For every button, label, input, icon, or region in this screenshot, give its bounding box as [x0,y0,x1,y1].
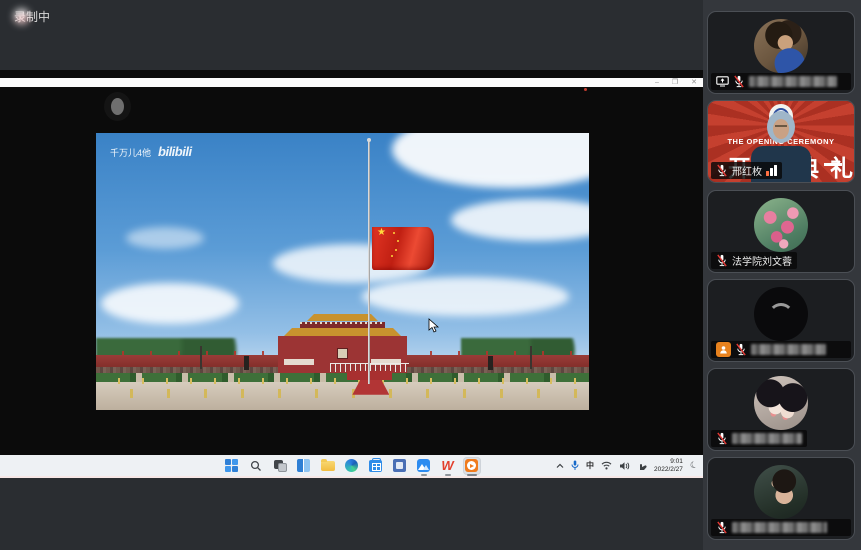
muted-mic-icon [735,343,747,356]
widgets-icon [295,457,313,475]
chinese-flag-half-mast: ★ [372,227,434,270]
moon-icon: ☾ [688,459,699,472]
media-player-icon [463,457,481,475]
bollard-row [96,389,589,398]
cloud-recording-icon: ☁ [14,9,29,24]
wps-icon: W [439,457,457,475]
system-tray: 中 9:01 2022/2/27 ☾ [556,455,698,476]
avatar [754,376,808,430]
redacted-participant-name [732,433,802,444]
minimize-icon: – [655,79,659,86]
muted-mic-icon [733,75,745,88]
redacted-participant-name [751,344,826,355]
search-icon [247,457,265,475]
participant-tile[interactable] [707,457,855,540]
participant-name: 邢红枚 [732,163,762,178]
participant-tile[interactable]: THE OPENING CEREMONY 开学典礼 邢红枚 [707,100,855,183]
bollard-row [96,378,589,384]
redacted-participant-name [732,522,827,533]
meeting-app-icon [415,457,433,475]
screen-share-icon [716,76,729,87]
shared-window-titlebar: – ❐ ✕ [0,78,703,87]
presenter-camera-bubble [104,92,131,121]
tray-microphone-icon [571,460,579,471]
touch-icon [637,461,647,471]
bilibili-video: ★ 千万儿4他 bilibili [96,133,589,410]
muted-mic-icon [716,164,728,177]
muted-mic-icon [716,254,728,267]
ime-indicator: 中 [586,460,594,471]
store-icon [367,457,385,475]
tray-date: 2022/2/27 [654,466,683,474]
task-view-icon [271,457,289,475]
avatar [754,19,808,73]
meeting-window: ☁ 录制中 – ❐ ✕ [0,0,861,550]
muted-mic-icon [716,432,728,445]
recording-dot-icon [584,88,587,91]
tray-clock: 9:01 2022/2/27 [654,458,683,474]
uploader-watermark: 千万儿4他 [110,146,151,159]
file-explorer-icon [319,457,337,475]
wifi-icon [601,461,612,470]
close-icon: ✕ [691,79,697,86]
chevron-up-icon [556,463,564,469]
avatar [754,465,808,519]
participants-panel[interactable]: THE OPENING CEREMONY 开学典礼 邢红枚 [703,0,861,550]
shared-screen-view[interactable]: – ❐ ✕ [0,70,703,478]
watermark: 千万儿4他 bilibili [110,144,192,159]
participant-name: 法学院刘文蓉 [732,253,792,268]
participant-tile[interactable] [707,11,855,94]
guest-badge-icon [716,342,731,357]
participant-tile[interactable] [707,279,855,362]
flagpole [368,141,370,383]
restore-icon: ❐ [672,79,678,86]
blue-app-icon [391,457,409,475]
redacted-participant-name [749,76,837,87]
tray-time: 9:01 [654,458,683,466]
windows-taskbar: W 中 9:01 2022/2/27 ☾ [0,455,703,478]
edge-icon [343,457,361,475]
volume-icon [619,461,630,471]
bilibili-logo: bilibili [158,144,192,159]
avatar [754,287,808,341]
participant-tile[interactable]: 法学院刘文蓉 [707,190,855,273]
mouse-cursor [428,318,440,334]
recording-indicator: ☁ 录制中 [14,8,50,25]
participant-tile[interactable] [707,368,855,451]
start-icon [223,457,241,475]
muted-mic-icon [716,521,728,534]
avatar [754,198,808,252]
network-signal-icon [766,165,777,176]
